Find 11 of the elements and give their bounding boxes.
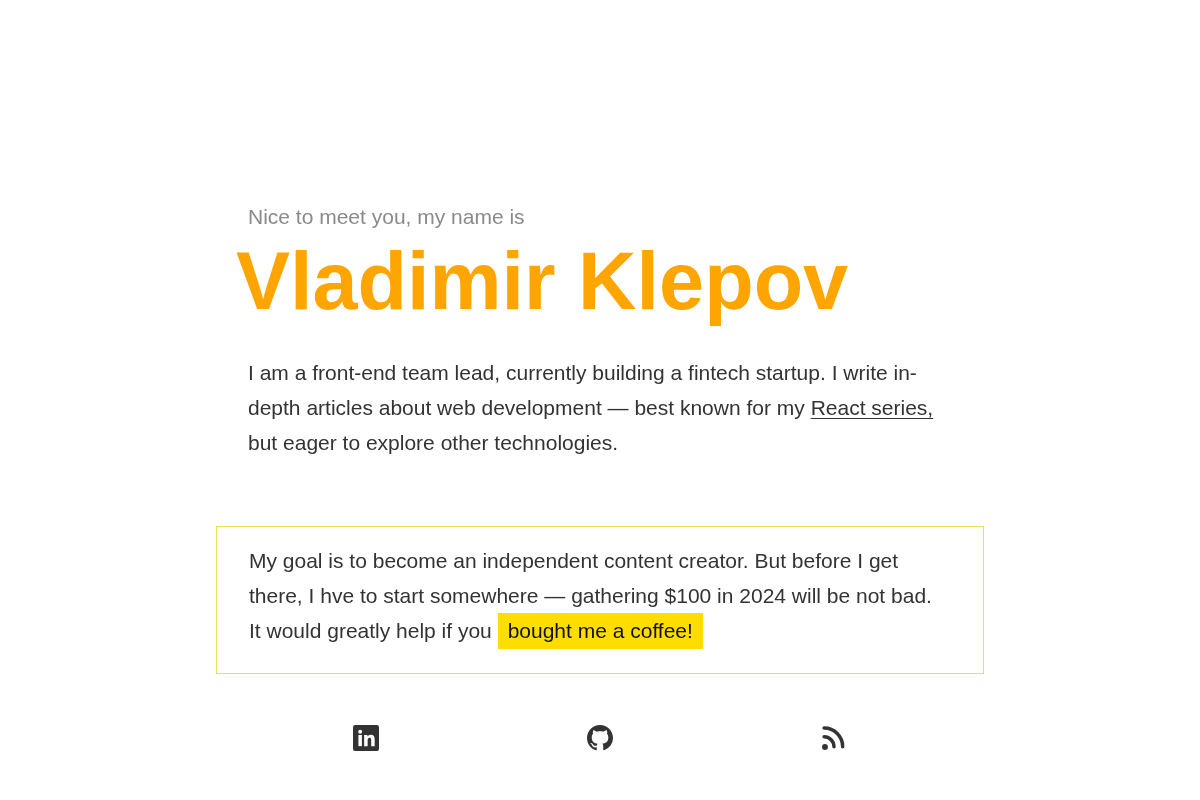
intro-text: Nice to meet you, my name is	[248, 204, 525, 229]
github-icon	[587, 725, 613, 751]
linkedin-icon	[353, 725, 379, 751]
buy-coffee-link[interactable]: bought me a coffee!	[497, 613, 703, 649]
rss-icon	[821, 725, 847, 751]
linkedin-link[interactable]	[353, 725, 379, 751]
bio-paragraph: I am a front-end team lead, currently building a fintech startup. I write in-depth articles about web development — best known for my React series, but eager to explore other technologies.	[248, 360, 935, 456]
rss-link[interactable]	[821, 725, 847, 751]
react-series-link[interactable]: React series,	[810, 396, 934, 419]
goal-paragraph: My goal is to become an independent content creator. But before I get there, I hve to start somewhere — gathering $100 in 2024 will be not bad. It would greatly help if you bought me a coffee!	[249, 543, 949, 649]
github-link[interactable]	[587, 725, 613, 751]
